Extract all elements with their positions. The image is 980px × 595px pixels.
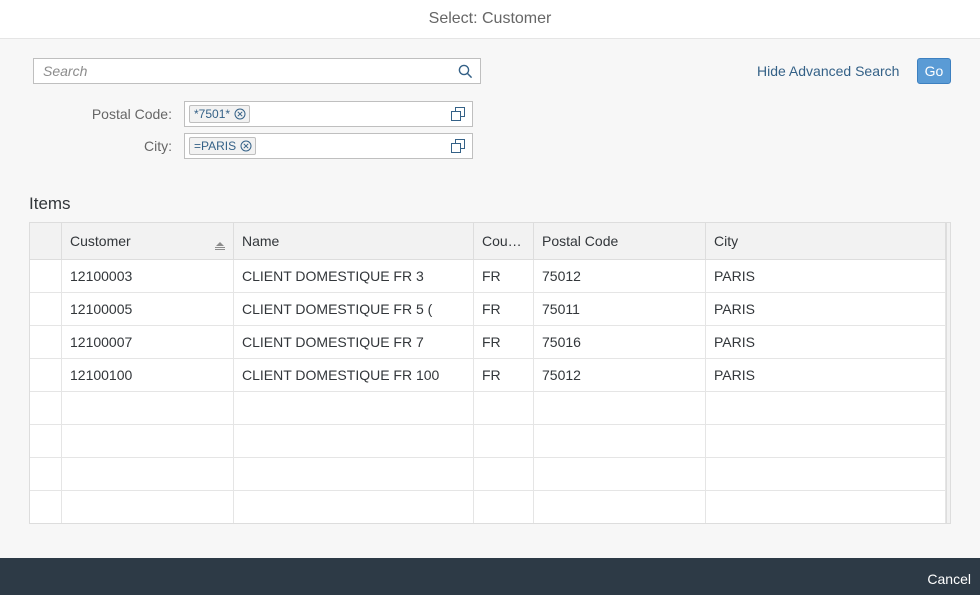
items-title: Items	[29, 194, 71, 213]
items-table: Customer Name Cou… Postal Code City 1210…	[29, 222, 951, 524]
dialog-content: Hide Advanced Search Go Postal Code: *75…	[0, 39, 980, 558]
cell-customer: 12100100	[62, 359, 234, 391]
cell-postal-code: 75012	[534, 359, 706, 391]
empty-cell	[706, 425, 946, 457]
empty-cell	[62, 491, 234, 523]
cell-city: PARIS	[706, 260, 946, 292]
token-text: *7501*	[194, 107, 231, 121]
empty-cell	[474, 392, 534, 424]
column-header-label: Name	[242, 233, 280, 249]
cell-postal-code: 75016	[534, 326, 706, 358]
column-header-country[interactable]: Cou…	[474, 223, 534, 259]
empty-row	[30, 458, 946, 491]
cell-customer: 12100003	[62, 260, 234, 292]
cell-name: CLIENT DOMESTIQUE FR 7	[234, 326, 474, 358]
row-selector[interactable]	[30, 359, 62, 391]
remove-token-icon[interactable]	[233, 108, 246, 121]
search-icon[interactable]	[450, 59, 480, 83]
postal-code-multi-input[interactable]: *7501*	[184, 101, 473, 127]
filter-label: Postal Code:	[91, 106, 172, 122]
empty-cell	[534, 491, 706, 523]
go-button[interactable]: Go	[917, 58, 951, 84]
empty-row	[30, 491, 946, 523]
empty-cell	[234, 392, 474, 424]
search-input[interactable]	[34, 59, 450, 83]
cell-country: FR	[474, 260, 534, 292]
row-selector	[30, 458, 62, 490]
empty-cell	[474, 458, 534, 490]
cell-name: CLIENT DOMESTIQUE FR 100	[234, 359, 474, 391]
empty-cell	[706, 392, 946, 424]
cell-city: PARIS	[706, 326, 946, 358]
cell-customer: 12100007	[62, 326, 234, 358]
empty-cell	[534, 392, 706, 424]
cell-city: PARIS	[706, 359, 946, 391]
cell-country: FR	[474, 359, 534, 391]
cell-postal-code: 75011	[534, 293, 706, 325]
column-header-customer[interactable]: Customer	[62, 223, 234, 259]
table-header: Customer Name Cou… Postal Code City	[30, 223, 946, 260]
filter-city: City: =PARIS	[0, 133, 480, 159]
hide-advanced-search-link[interactable]: Hide Advanced Search	[757, 63, 899, 79]
column-header-postal-code[interactable]: Postal Code	[534, 223, 706, 259]
row-selector	[30, 491, 62, 523]
token-text: =PARIS	[194, 139, 237, 153]
empty-cell	[474, 425, 534, 457]
column-header-label: City	[714, 233, 739, 249]
empty-cell	[706, 491, 946, 523]
table-row[interactable]: 12100007 CLIENT DOMESTIQUE FR 7 FR 75016…	[30, 326, 946, 359]
search-field[interactable]	[33, 58, 481, 84]
empty-row	[30, 392, 946, 425]
empty-cell	[62, 392, 234, 424]
row-selector[interactable]	[30, 293, 62, 325]
filter-label: City:	[144, 138, 172, 154]
empty-cell	[62, 458, 234, 490]
row-selector[interactable]	[30, 260, 62, 292]
table-row[interactable]: 12100100 CLIENT DOMESTIQUE FR 100 FR 750…	[30, 359, 946, 392]
cell-name: CLIENT DOMESTIQUE FR 3	[234, 260, 474, 292]
empty-cell	[62, 425, 234, 457]
cell-country: FR	[474, 293, 534, 325]
dialog-title: Select: Customer	[428, 10, 552, 27]
row-selector	[30, 392, 62, 424]
column-header-label: Postal Code	[542, 233, 619, 249]
vertical-scrollbar[interactable]	[946, 223, 950, 523]
column-header-label: Cou…	[482, 233, 522, 249]
dialog-footer: Cancel	[0, 558, 980, 595]
sort-ascending-icon	[215, 237, 225, 250]
filter-token[interactable]: *7501*	[189, 105, 251, 123]
column-header-name[interactable]: Name	[234, 223, 474, 259]
cancel-button[interactable]: Cancel	[927, 571, 971, 587]
cell-city: PARIS	[706, 293, 946, 325]
filter-token[interactable]: =PARIS	[189, 137, 257, 155]
value-help-icon[interactable]	[450, 138, 466, 154]
empty-cell	[474, 491, 534, 523]
empty-cell	[234, 491, 474, 523]
empty-cell	[706, 458, 946, 490]
cell-name: CLIENT DOMESTIQUE FR 5 (	[234, 293, 474, 325]
empty-cell	[234, 458, 474, 490]
column-header-label: Customer	[70, 233, 131, 249]
city-multi-input[interactable]: =PARIS	[184, 133, 473, 159]
empty-cell	[234, 425, 474, 457]
dialog-header: Select: Customer	[0, 0, 980, 39]
value-help-icon[interactable]	[450, 106, 466, 122]
row-selector[interactable]	[30, 326, 62, 358]
empty-row	[30, 425, 946, 458]
table-row[interactable]: 12100005 CLIENT DOMESTIQUE FR 5 ( FR 750…	[30, 293, 946, 326]
empty-cell	[534, 458, 706, 490]
column-header-city[interactable]: City	[706, 223, 946, 259]
cell-postal-code: 75012	[534, 260, 706, 292]
empty-cell	[534, 425, 706, 457]
cell-country: FR	[474, 326, 534, 358]
row-selector-header[interactable]	[30, 223, 62, 259]
cell-customer: 12100005	[62, 293, 234, 325]
remove-token-icon[interactable]	[239, 140, 252, 153]
table-row[interactable]: 12100003 CLIENT DOMESTIQUE FR 3 FR 75012…	[30, 260, 946, 293]
filter-postal-code: Postal Code: *7501*	[0, 101, 480, 127]
row-selector	[30, 425, 62, 457]
